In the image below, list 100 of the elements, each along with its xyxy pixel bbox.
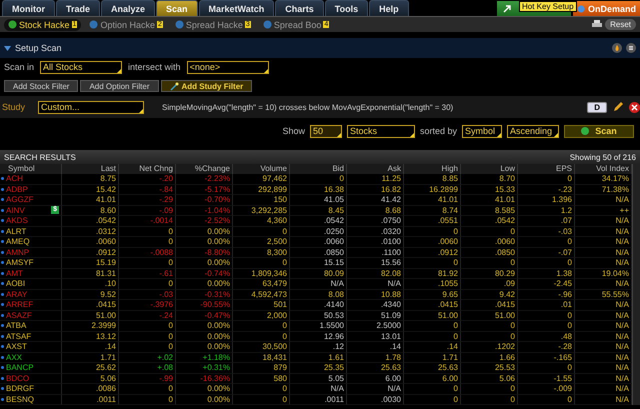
symbol-cell[interactable]: AXX [6,352,22,362]
column-header[interactable]: Net Chng [119,164,176,174]
table-cell: -90.55% [176,300,233,310]
table-cell: 0 [461,226,518,237]
nav-tab[interactable]: Monitor [2,0,55,16]
sort-order-dropdown[interactable]: Ascending [507,124,559,138]
symbol-cell[interactable]: ADBP [6,184,28,194]
column-header[interactable]: Vol Index [575,164,632,174]
symbol-cell[interactable]: ASAZF [6,310,32,320]
table-cell: .0542 [461,216,518,226]
table-cell: 1,809,346 [233,268,290,279]
table-cell: -.28 [518,342,575,352]
symbol-cell[interactable]: AXST [6,342,27,352]
symbol-cell[interactable]: ARREF [6,300,34,310]
study-dropdown[interactable]: Custom... [38,100,144,114]
symbol-cell[interactable]: AOBI [6,279,26,288]
symbol-cell[interactable]: ACH [6,174,23,184]
scanner-icon [262,20,272,29]
table-cell: -.99 [119,374,176,384]
table-cell: 150 [233,195,290,206]
add-study-filter-button[interactable]: Add Study Filter [160,80,252,92]
table-cell: 15.56 [347,258,404,268]
table-cell: N/A [575,352,632,363]
column-header[interactable]: %Change [176,164,233,174]
add-filter-button[interactable]: Add Option Filter [80,80,158,92]
table-cell: .14 [404,342,461,352]
table-cell: 15.33 [461,184,518,195]
ondemand-button[interactable]: OnDemand [572,1,640,16]
intersect-dropdown[interactable]: <none> [186,60,269,74]
table-cell: .0060 [290,237,347,248]
table-cell: 3,292,285 [233,206,290,216]
nav-tab[interactable]: MarketWatch [198,0,274,16]
column-header[interactable]: Symbol [0,164,62,174]
sort-field-dropdown[interactable]: Symbol [462,124,502,138]
nav-tab[interactable]: Help [369,0,409,16]
scrollbar[interactable] [632,164,640,405]
symbol-cell[interactable]: BDCO [6,374,30,383]
table-cell: -.165 [518,352,575,363]
nav-tab[interactable]: Trade [56,0,100,16]
column-header[interactable]: Low [461,164,518,174]
symbol-cell[interactable]: BANCP [6,363,34,372]
table-cell: 11.25 [347,174,404,184]
scan-in-dropdown[interactable]: All Stocks [40,60,122,74]
pencil-icon[interactable] [613,102,623,112]
symbol-cell[interactable]: AMT [6,268,23,278]
symbol-cell[interactable]: AMNP [6,248,30,257]
symbol-cell[interactable]: BDRGF [6,384,34,394]
symbol-cell[interactable]: AGGZF [6,195,34,204]
symbol-cell[interactable]: AMEQ [6,237,30,246]
symbol-cell[interactable]: ATSAF [6,332,32,341]
table-cell: N/A [347,384,404,394]
table-cell: 34.17% [575,174,632,184]
table-cell: .01 [518,300,575,310]
column-header[interactable]: High [404,164,461,174]
reset-button[interactable]: Reset [605,19,636,30]
column-header[interactable]: Ask [347,164,404,174]
table-cell: 25.63 [347,363,404,374]
symbol-cell[interactable]: ARAY [6,290,28,299]
table-cell: 9.42 [461,290,518,300]
d-button[interactable]: D [587,102,607,112]
nav-tab[interactable]: Tools [324,0,368,16]
type-dropdown[interactable]: Stocks [346,124,415,138]
symbol-cell[interactable]: BESNQ [6,394,34,404]
table-cell: -1.55 [518,374,575,384]
symbol-cell[interactable]: ATBA [6,321,26,330]
table-cell: 25.53 [461,363,518,374]
table-cell: N/A [575,363,632,374]
list-icon[interactable] [626,43,636,53]
table-cell: 71.38% [575,184,632,195]
table-cell: 0 [119,321,176,332]
table-cell: 0 [404,394,461,405]
symbol-cell[interactable]: ALRT [6,226,26,236]
nav-tab[interactable]: Charts [275,0,324,16]
symbol-cell[interactable]: AMSYF [6,258,34,268]
column-header[interactable]: Volume [233,164,290,174]
table-cell: -.29 [119,195,176,206]
scan-button[interactable]: Scan [564,124,634,138]
column-header[interactable]: Last [62,164,119,174]
table-cell: .0060 [62,237,119,248]
collapse-triangle-icon[interactable] [4,46,11,50]
table-cell: 6.00 [404,374,461,384]
table-cell: 0.00% [176,321,233,332]
symbol-cell[interactable]: AKDS [6,216,28,226]
print-icon[interactable] [592,20,602,29]
delete-icon[interactable] [629,102,640,112]
table-cell: 0.00% [176,384,233,394]
table-cell: 8.45 [290,206,347,216]
table-cell: ++ [575,206,632,216]
table-cell: 1.71 [404,352,461,363]
table-cell: 41.01 [461,195,518,206]
table-cell: 0 [518,363,575,374]
count-dropdown[interactable]: 50 [310,124,342,138]
table-cell: 30,500 [233,342,290,352]
nav-tab[interactable]: Analyze [101,0,156,16]
fire-icon[interactable] [612,43,622,53]
table-cell: N/A [575,321,632,332]
column-header[interactable]: EPS [518,164,575,174]
column-header[interactable]: Bid [290,164,347,174]
add-filter-button[interactable]: Add Stock Filter [4,80,78,92]
symbol-cell[interactable]: AINV [6,206,25,215]
